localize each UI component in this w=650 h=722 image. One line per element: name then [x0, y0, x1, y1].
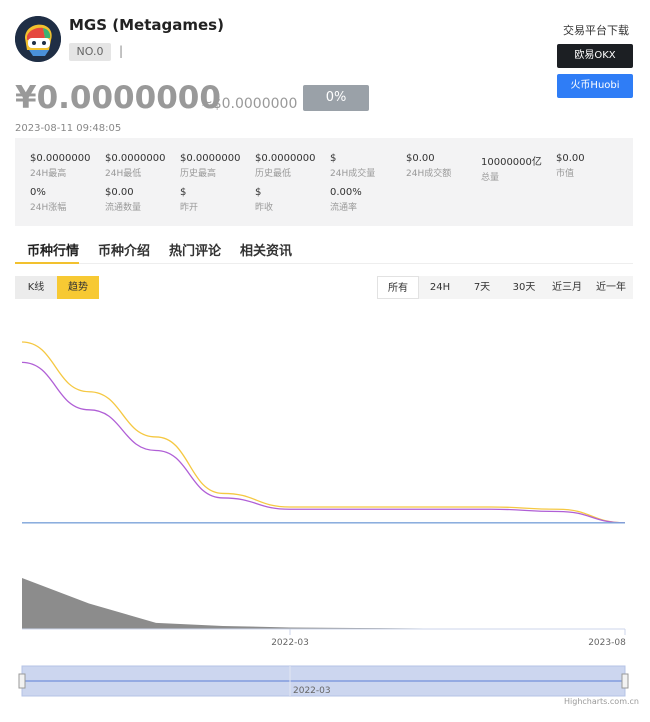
- stat-prev-open: $ 昨开: [180, 187, 255, 213]
- coin-logo: [15, 16, 61, 62]
- tab-comments[interactable]: 热门评论: [169, 240, 221, 259]
- stat-value: $: [180, 187, 187, 198]
- stat-24h-volume: $24H成交量: [330, 153, 405, 179]
- tab-market[interactable]: 币种行情: [27, 240, 79, 259]
- range-all[interactable]: 所有: [377, 276, 419, 299]
- x-tick-label: 2022-03: [271, 638, 309, 648]
- stat-value: $0.00: [406, 153, 435, 164]
- tab-intro[interactable]: 币种介绍: [98, 240, 150, 259]
- stat-label: 24H最低: [105, 169, 142, 179]
- stat-value: $0.0000000: [255, 153, 316, 164]
- stat-value: $0.0000000: [30, 153, 91, 164]
- navigator-handle-left[interactable]: [18, 673, 26, 689]
- stat-ath: $0.0000000 历史最高: [180, 153, 255, 179]
- chart-credit: Highcharts.com.cn: [564, 697, 639, 706]
- price-chart: 2022-03 2023-08 2022-03: [18, 341, 629, 697]
- trend-toggle[interactable]: 趋势: [57, 276, 99, 299]
- stat-circulating: $0.00 流通数量: [105, 187, 180, 213]
- stat-value: $: [330, 153, 337, 164]
- stat-24h-low: $0.0000000 24H最低: [105, 153, 180, 179]
- stat-prev-close: $ 昨收: [255, 187, 330, 213]
- tab-news[interactable]: 相关资讯: [240, 240, 292, 259]
- stat-value: 0%: [30, 187, 46, 198]
- x-tick-label: 2023-08: [588, 638, 626, 648]
- range-selector: 所有 24H 7天 30天 近三月 近一年: [377, 276, 633, 299]
- change-badge: 0%: [303, 85, 369, 111]
- range-1y[interactable]: 近一年: [589, 276, 633, 299]
- stat-value: $0.0000000: [180, 153, 241, 164]
- stat-value: $0.00: [105, 187, 134, 198]
- stat-circulation-rate: 0.00% 流通率: [330, 187, 405, 213]
- navigator-handle-right[interactable]: [621, 673, 629, 689]
- stat-label: 昨开: [180, 203, 199, 213]
- coin-page: MGS (Metagames) NO.0 | 交易平台下载 欧易OKX 火币Hu…: [0, 0, 650, 722]
- stat-label: 流通数量: [105, 203, 142, 213]
- stat-value: $0.00: [556, 153, 585, 164]
- volume-area: [22, 578, 625, 629]
- stats-panel: $0.0000000 24H最高 $0.0000000 24H最低 $0.00000…: [15, 138, 633, 226]
- stat-value: 10000000亿: [481, 157, 542, 168]
- stat-atl: $0.0000000 历史最低: [255, 153, 330, 179]
- exchange-download-title: 交易平台下载: [563, 24, 629, 37]
- stat-label: 24H涨幅: [30, 203, 67, 213]
- stat-label: 流通率: [330, 203, 358, 213]
- price-cny: ¥0.0000000: [15, 80, 221, 116]
- range-30d[interactable]: 30天: [503, 276, 545, 299]
- coin-name: MGS (Metagames): [69, 16, 224, 34]
- timestamp: 2023-08-11 09:48:05: [15, 123, 122, 134]
- content-tabs: 币种行情 币种介绍 热门评论 相关资讯: [15, 238, 633, 264]
- stat-value: 0.00%: [330, 187, 362, 198]
- stat-label: 市值: [556, 169, 575, 179]
- active-tab-indicator: [15, 262, 79, 264]
- stat-label: 24H成交量: [330, 169, 376, 179]
- stat-total-supply: 10000000亿 总量: [481, 153, 556, 183]
- stat-label: 24H最高: [30, 169, 67, 179]
- range-24h[interactable]: 24H: [419, 276, 461, 299]
- series-line-2: [21, 361, 626, 524]
- stat-label: 24H成交额: [406, 169, 452, 179]
- okx-button[interactable]: 欧易OKX: [557, 44, 633, 68]
- stat-label: 历史最高: [180, 169, 217, 179]
- huobi-button[interactable]: 火币Huobi: [557, 74, 633, 98]
- price-usd: ≈$0.0000000: [201, 96, 298, 112]
- range-7d[interactable]: 7天: [461, 276, 503, 299]
- stat-24h-turnover: $0.00 24H成交额: [406, 153, 481, 179]
- stat-value: $: [255, 187, 262, 198]
- kline-toggle[interactable]: K线: [15, 276, 57, 299]
- stat-market-cap: $0.00 市值: [556, 153, 631, 179]
- stat-value: $0.0000000: [105, 153, 166, 164]
- stat-24h-change: 0% 24H涨幅: [30, 187, 105, 213]
- stat-24h-high: $0.0000000 24H最高: [30, 153, 105, 179]
- navigator-tick-label: 2022-03: [293, 686, 331, 696]
- rank-badge: NO.0: [69, 43, 111, 61]
- series-line-1: [21, 341, 626, 524]
- stat-label: 历史最低: [255, 169, 292, 179]
- range-3m[interactable]: 近三月: [545, 276, 589, 299]
- stat-label: 总量: [481, 173, 500, 183]
- stat-label: 昨收: [255, 203, 274, 213]
- rank-separator: |: [119, 44, 124, 58]
